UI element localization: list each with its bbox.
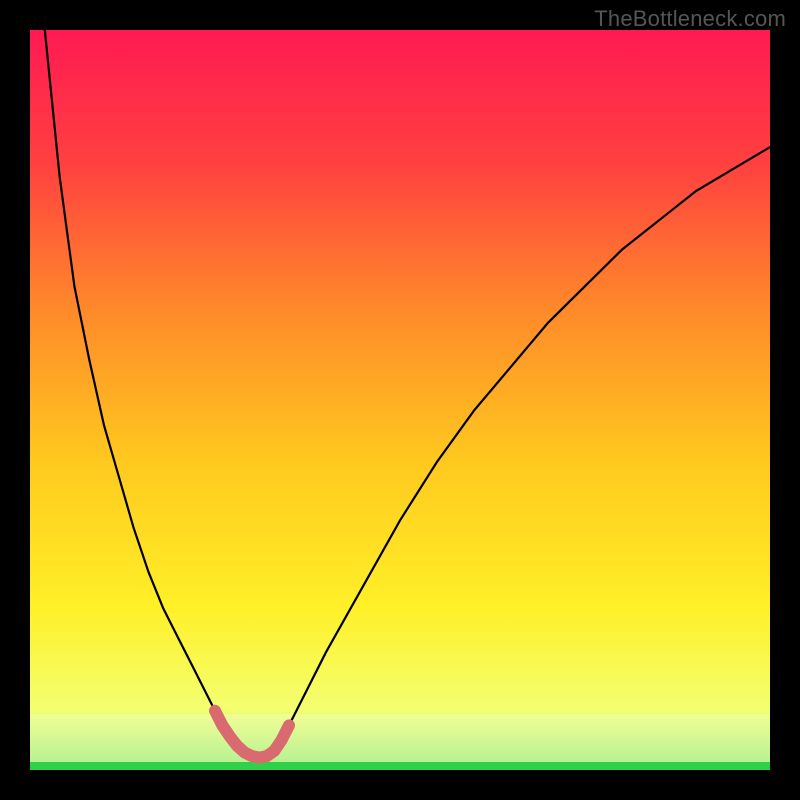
chart-svg bbox=[0, 0, 800, 800]
near-baseline-band bbox=[30, 714, 770, 762]
baseline-band bbox=[30, 762, 770, 770]
gradient-panel bbox=[30, 30, 770, 770]
chart-container: TheBottleneck.com bbox=[0, 0, 800, 800]
